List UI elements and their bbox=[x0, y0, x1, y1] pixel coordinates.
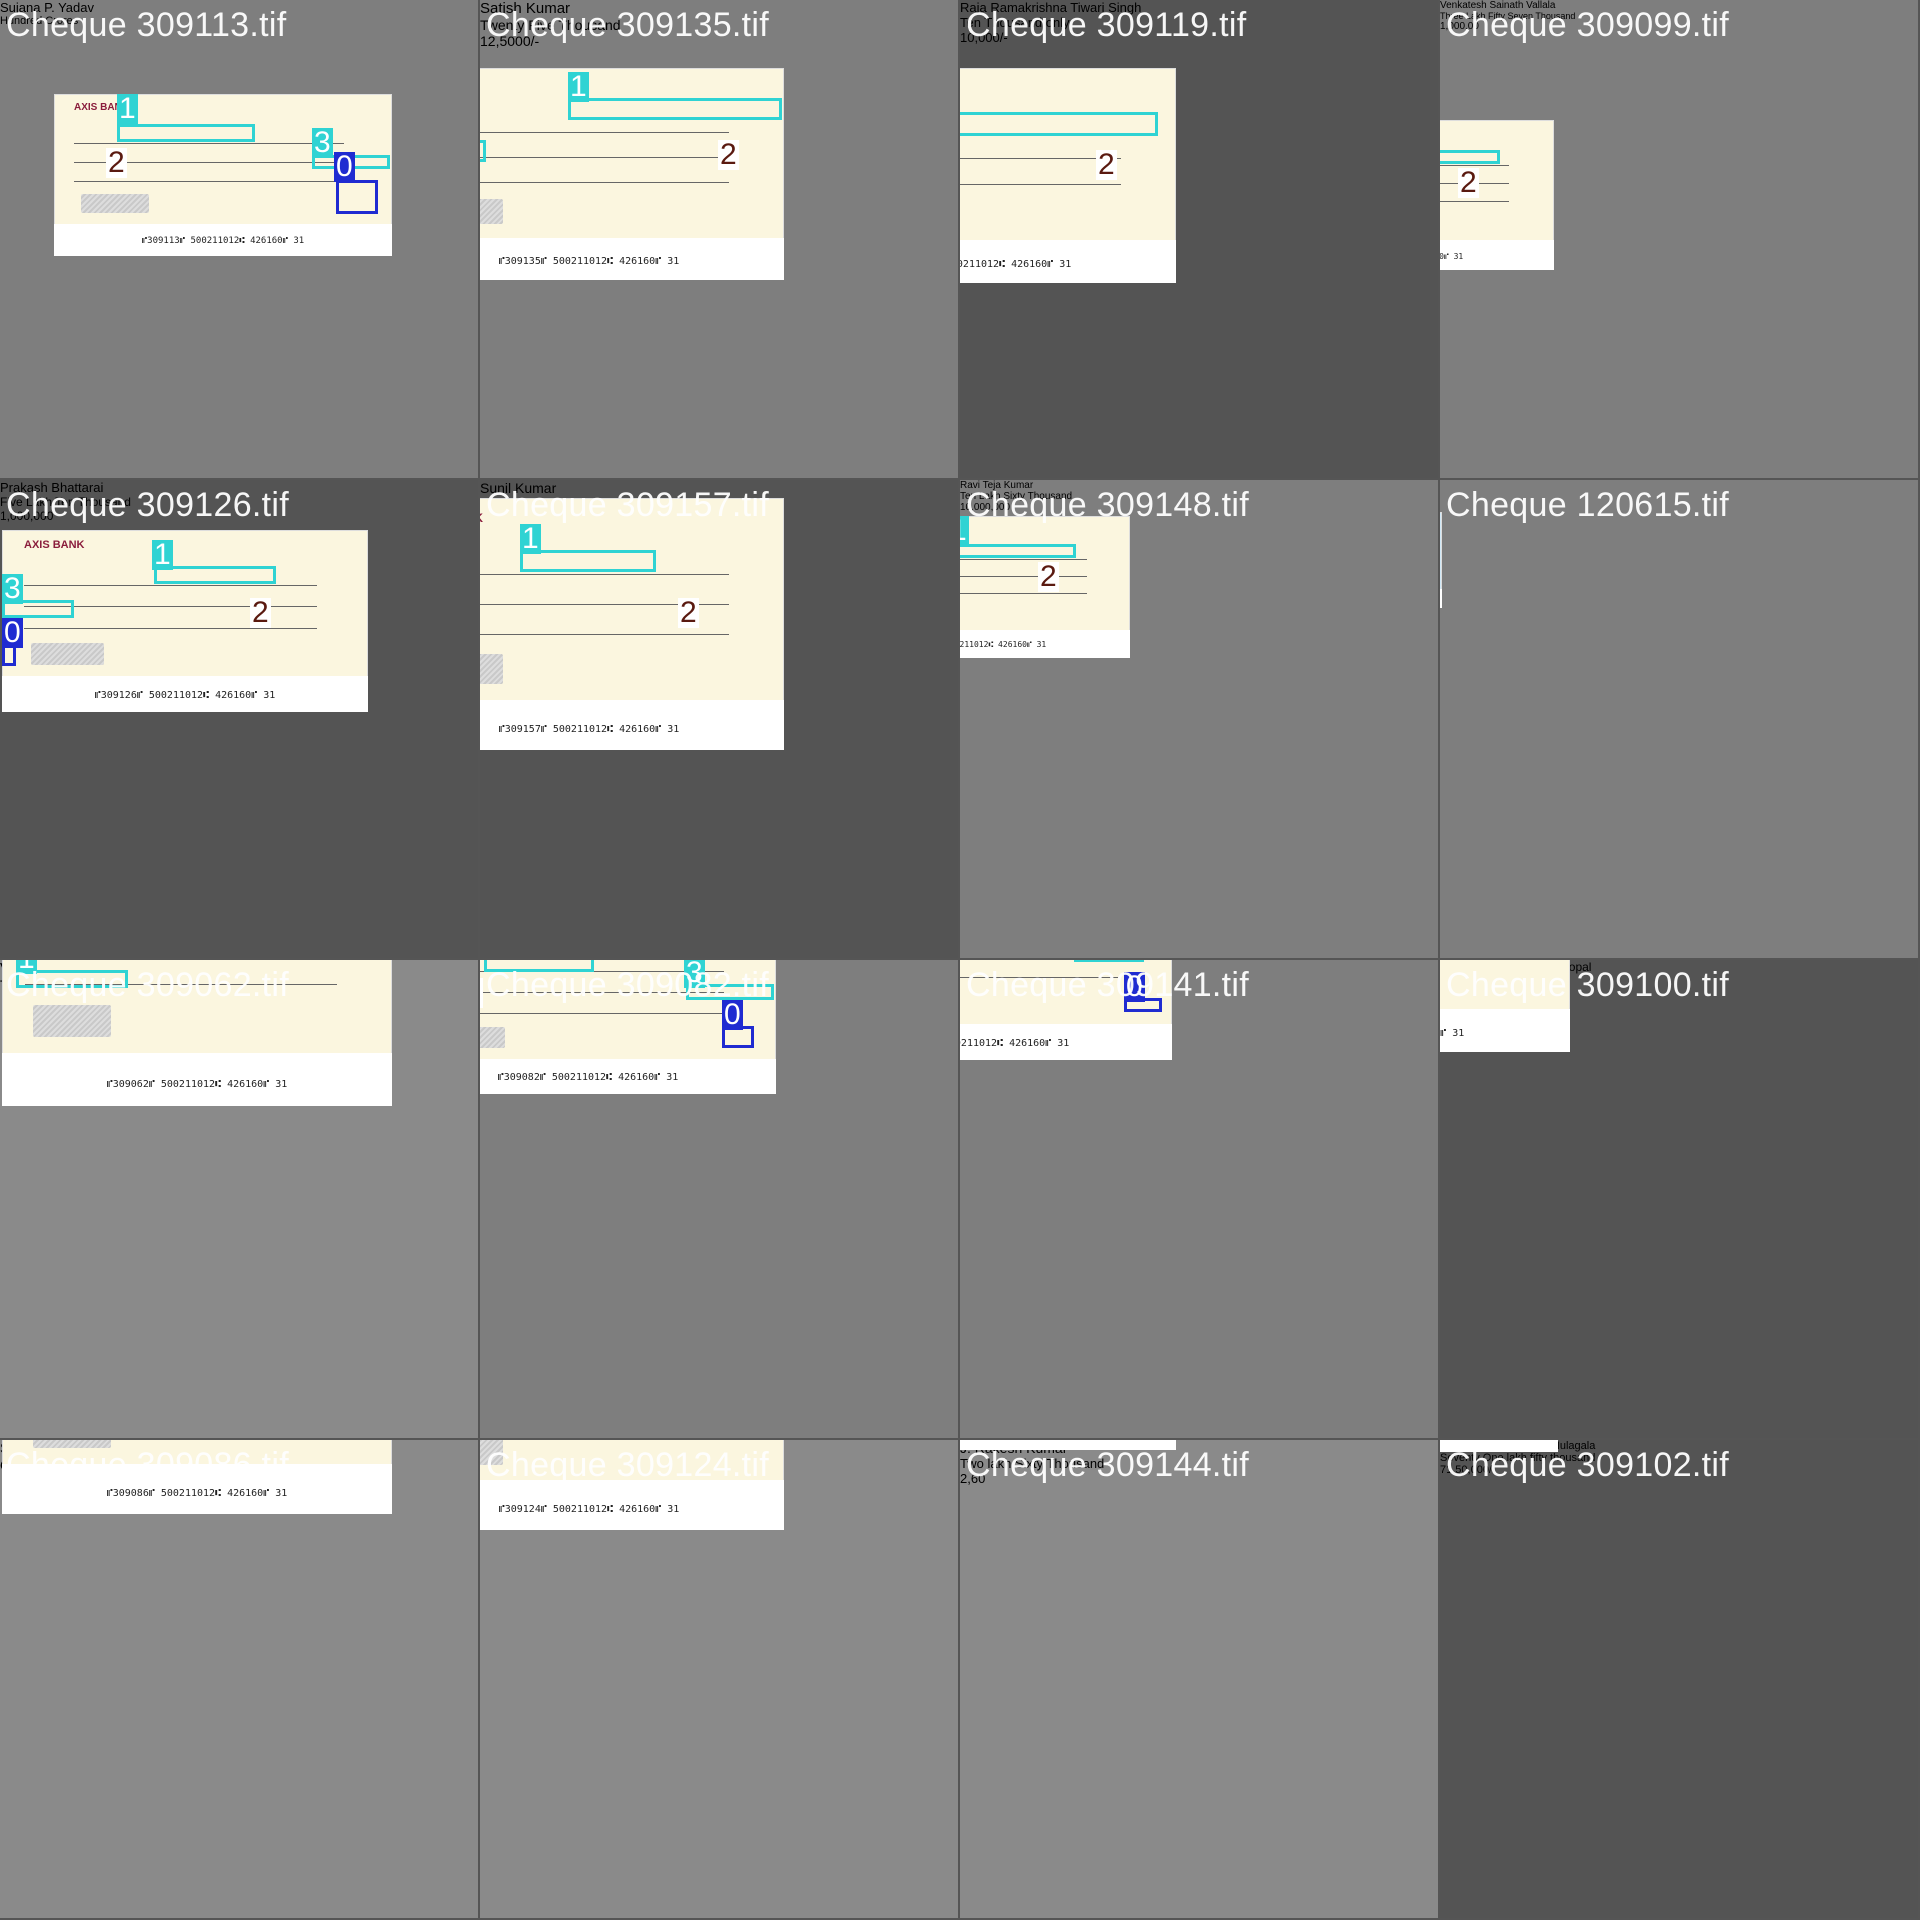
cheque-rule-line bbox=[74, 143, 344, 144]
image-tile[interactable]: AXIS BANK ⑈309126⑈ 500211012⑆ 426160⑈ 31 P… bbox=[0, 480, 478, 958]
detection-label-2: 2 bbox=[1096, 148, 1117, 181]
detection-label-3: 3 bbox=[2, 572, 23, 605]
image-tile[interactable]: Canara Bank1302Cheque 120615.tif bbox=[1440, 480, 1918, 958]
detection-label-2: 2 bbox=[1458, 166, 1479, 199]
tile-filename: Cheque 309135.tif bbox=[486, 6, 769, 44]
image-tile[interactable]: AXIS BANK⑈309148⑈ 500211012⑆ 426160⑈ 31R… bbox=[960, 480, 1438, 958]
tile-filename: Cheque 309113.tif bbox=[6, 6, 287, 44]
image-tile[interactable]: AXIS BANK⑈309124⑈ 500211012⑆ 426160⑈ 31R… bbox=[480, 1440, 958, 1918]
detection-label-1: 1 bbox=[568, 70, 589, 103]
cheque-rule-line bbox=[24, 585, 317, 586]
tile-filename: Cheque 309102.tif bbox=[1446, 1446, 1729, 1484]
detection-box-class-1 bbox=[568, 98, 782, 120]
cheque-image: Canara Bank bbox=[1440, 512, 1442, 608]
signature-area bbox=[480, 654, 503, 684]
detection-label-0: 0 bbox=[2, 616, 23, 649]
tile-filename: Cheque 309141.tif bbox=[966, 966, 1249, 1004]
detection-label-2: 2 bbox=[106, 146, 127, 179]
tile-filename: Cheque 309157.tif bbox=[486, 486, 769, 524]
cheque-rule-line bbox=[480, 182, 729, 183]
micr-code: ⑈309099⑈ 500211012⑆ 426160⑈ 31 bbox=[1440, 252, 1464, 261]
image-tile[interactable]: AXIS BANK⑈309102⑈ 500211012⑆ 426160⑈ 31S… bbox=[1440, 1440, 1918, 1918]
cheque-rule-line bbox=[960, 593, 1087, 594]
cheque-rule-line bbox=[74, 181, 344, 182]
bank-name: AXIS BANK bbox=[480, 511, 483, 525]
signature-area bbox=[33, 1005, 111, 1037]
cheque-rule-line bbox=[1440, 201, 1509, 202]
tile-filename: Cheque 120615.tif bbox=[1446, 486, 1729, 524]
detection-label-1: 1 bbox=[520, 522, 541, 555]
cheque-image: AXIS BANK ⑈309126⑈ 500211012⑆ 426160⑈ 31 bbox=[2, 530, 368, 712]
detection-label-2: 2 bbox=[718, 138, 739, 171]
detection-label-1: 1 bbox=[117, 92, 138, 125]
cheque-rule-line bbox=[480, 634, 729, 635]
image-tile[interactable]: BANK⑈309135⑈ 500211012⑆ 426160⑈ 31Satish… bbox=[480, 0, 958, 478]
cheque-rule-line bbox=[960, 576, 1087, 577]
detection-label-2: 2 bbox=[250, 596, 271, 629]
micr-code: ⑈309148⑈ 500211012⑆ 426160⑈ 31 bbox=[960, 640, 1047, 649]
image-tile[interactable]: AXIS BANK ⑈309113⑈ 500211012⑆ 426160⑈ 31 S… bbox=[0, 0, 478, 478]
image-tile[interactable]: AXIS BANK⑈309086⑈ 500211012⑆ 426160⑈ 31S… bbox=[0, 1440, 478, 1918]
micr-code: ⑈309113⑈ 500211012⑆ 426160⑈ 31 bbox=[141, 236, 305, 246]
cheque-rule-line bbox=[960, 184, 1121, 185]
tile-filename: Cheque 309099.tif bbox=[1446, 6, 1729, 44]
detection-label-2: 2 bbox=[480, 978, 483, 1008]
micr-code: ⑈309124⑈ 500211012⑆ 426160⑈ 31 bbox=[498, 1504, 680, 1515]
cheque-grid: AXIS BANK ⑈309113⑈ 500211012⑆ 426160⑈ 31 S… bbox=[0, 0, 1920, 1920]
cheque-rule-line bbox=[480, 574, 729, 575]
tile-filename: Cheque 309119.tif bbox=[966, 6, 1247, 44]
detection-box-class-1 bbox=[1440, 150, 1500, 164]
micr-code: ⑈309102⑈ 500211012⑆ 426160⑈ 31 bbox=[1440, 1440, 1558, 1441]
cheque-rule-line bbox=[480, 132, 729, 133]
micr-band bbox=[1440, 589, 1442, 608]
cheque-rule-line bbox=[480, 157, 729, 158]
bank-name: AXIS BANK bbox=[24, 539, 85, 551]
tile-filename: Cheque 309144.tif bbox=[966, 1446, 1249, 1484]
image-tile[interactable]: AXIS BANK⑈309144⑈ 500211012⑆ 426160⑈ 31J… bbox=[960, 1440, 1438, 1918]
image-tile[interactable]: AXIS BANK⑈309062⑈ 500211012⑆ 426160⑈ 31V… bbox=[0, 960, 478, 1438]
tile-filename: Cheque 309082.tif bbox=[486, 966, 769, 1004]
detection-box-class-3 bbox=[1074, 960, 1144, 962]
signature-area bbox=[81, 194, 149, 213]
micr-code: ⑈309135⑈ 500211012⑆ 426160⑈ 31 bbox=[498, 256, 680, 267]
tile-filename: Cheque 309100.tif bbox=[1446, 966, 1729, 1004]
micr-code: ⑈309119⑈ 500211012⑆ 426160⑈ 31 bbox=[960, 259, 1072, 270]
detection-box-class-1 bbox=[960, 112, 1158, 136]
signature-area bbox=[480, 199, 503, 224]
micr-code: ⑈309086⑈ 500211012⑆ 426160⑈ 31 bbox=[106, 1488, 288, 1499]
tile-filename: Cheque 309086.tif bbox=[6, 1446, 289, 1484]
micr-code: ⑈309126⑈ 500211012⑆ 426160⑈ 31 bbox=[94, 690, 276, 701]
image-tile[interactable]: AXIS BANK⑈309119⑈ 500211012⑆ 426160⑈ 31R… bbox=[960, 0, 1438, 478]
tile-filename: Cheque 309148.tif bbox=[966, 486, 1249, 524]
cheque-image: AXIS BANK⑈309119⑈ 500211012⑆ 426160⑈ 31 bbox=[960, 68, 1176, 283]
micr-code: ⑈309082⑈ 500211012⑆ 426160⑈ 31 bbox=[497, 1072, 679, 1083]
micr-code: ⑈309157⑈ 500211012⑆ 426160⑈ 31 bbox=[498, 724, 680, 735]
micr-code: ⑈309062⑈ 500211012⑆ 426160⑈ 31 bbox=[106, 1079, 288, 1090]
image-tile[interactable]: AXIS BANK⑈309099⑈ 500211012⑆ 426160⑈ 31V… bbox=[1440, 0, 1918, 478]
cheque-rule-line bbox=[24, 628, 317, 629]
tile-filename: Cheque 309126.tif bbox=[6, 486, 289, 524]
detection-box-class-3 bbox=[480, 140, 486, 162]
image-tile[interactable]: AXIS BANK⑈309157⑈ 500211012⑆ 426160⑈ 31S… bbox=[480, 480, 958, 958]
signature-area bbox=[480, 1027, 505, 1048]
detection-box-class-1 bbox=[117, 124, 255, 142]
tile-filename: Cheque 309062.tif bbox=[6, 966, 289, 1004]
detection-box-class-1 bbox=[960, 544, 1076, 558]
image-tile[interactable]: AXIS BANK⑈309082⑈ 500211012⑆ 426160⑈ 31R… bbox=[480, 960, 958, 1438]
cheque-rule-line bbox=[960, 559, 1087, 560]
detection-label-0: 0 bbox=[334, 150, 355, 183]
tile-filename: Cheque 309124.tif bbox=[486, 1446, 769, 1484]
image-tile[interactable]: AXIS BANK⑈309141⑈ 500211012⑆ 426160⑈ 31A… bbox=[960, 960, 1438, 1438]
micr-code: ⑈309100⑈ 500211012⑆ 426160⑈ 31 bbox=[1440, 1028, 1465, 1039]
signature-area bbox=[31, 643, 104, 665]
micr-code: ⑈309141⑈ 500211012⑆ 426160⑈ 31 bbox=[960, 1038, 1070, 1049]
detection-box-class-0 bbox=[336, 180, 378, 214]
detection-label-2: 2 bbox=[1038, 560, 1059, 593]
detection-label-3: 3 bbox=[312, 126, 333, 159]
cheque-rule-line bbox=[480, 1013, 724, 1014]
image-tile[interactable]: AXIS BANK⑈309100⑈ 500211012⑆ 426160⑈ 31V… bbox=[1440, 960, 1918, 1438]
detection-label-1: 1 bbox=[152, 538, 173, 571]
detection-label-2: 2 bbox=[678, 596, 699, 629]
